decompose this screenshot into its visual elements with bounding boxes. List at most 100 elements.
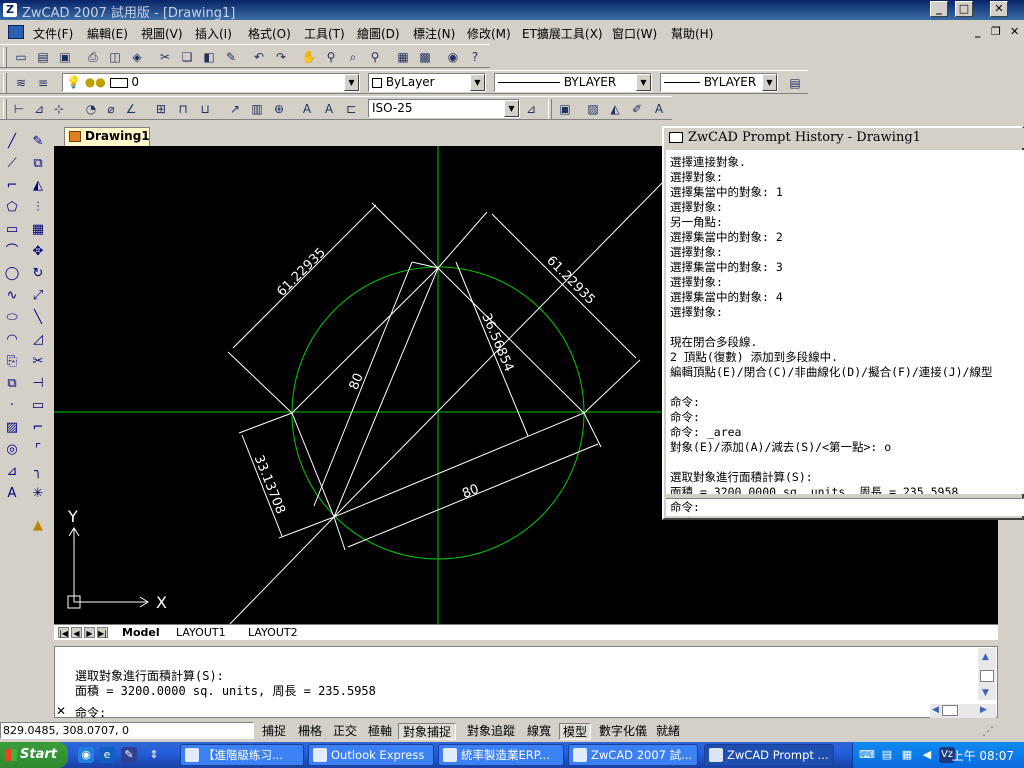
command-input[interactable]: 命令: [75,704,106,721]
construction-line[interactable] [229,516,335,624]
layer-tools-icon[interactable]: ▤ [786,74,804,92]
block-icon[interactable]: ▣ [556,100,574,118]
scroll-left-icon[interactable]: ◀ [932,705,939,715]
maximize-button[interactable]: □ [955,1,973,17]
redo-icon[interactable]: ↷ [272,48,290,66]
rotate-icon[interactable]: ↻ [28,264,48,284]
angular-dim-icon[interactable]: ∠ [122,100,140,118]
lineweight-select[interactable]: BYLAYER ▼ [660,73,778,92]
center-mark-icon[interactable]: ⊕ [270,100,288,118]
zoom-realtime-icon[interactable]: ⚲ [322,48,340,66]
rectangle-icon[interactable]: ▭ [2,220,22,240]
command-window[interactable]: 選取對象進行面積計算(S): 面積 = 3200.0000 sq. units,… [54,646,998,721]
volume-icon[interactable]: ◀ [919,747,935,763]
mtext-draw-icon[interactable]: A [2,484,22,504]
app-icon[interactable]: Z [3,3,17,17]
pan-icon[interactable]: ✋ [300,48,318,66]
ray-icon[interactable]: ⟋ [2,154,22,174]
circle-icon[interactable]: ◯ [2,264,22,284]
dimedit-icon[interactable]: A [298,100,316,118]
new-icon[interactable]: ▭ [12,48,30,66]
dim-ext-line[interactable] [227,351,293,414]
continue-dim-icon[interactable]: ⊔ [196,100,214,118]
menu-tools[interactable]: 工具(T) [304,25,345,42]
leader-icon[interactable]: ↗ [226,100,244,118]
hscroll-thumb[interactable] [942,705,958,716]
show-desktop-icon[interactable]: ◉ [78,747,94,763]
ie-icon[interactable]: e [99,747,115,763]
chamfer-icon[interactable]: ⌜ [28,440,48,460]
layer-manager-icon[interactable]: ≋ [12,74,30,92]
tolerance-icon[interactable]: ▥ [248,100,266,118]
dim-ext-line[interactable] [371,202,439,269]
tab-layout2[interactable]: LAYOUT2 [248,625,298,640]
linear-dim-icon[interactable]: ⊢ [10,100,28,118]
keyboard-icon[interactable]: ⌨ [859,747,875,763]
fillet-icon[interactable]: ╮ [28,462,48,482]
menu-dimension[interactable]: 標注(N) [413,25,455,42]
properties-icon[interactable]: ▦ [394,48,412,66]
radius-dim-icon[interactable]: ◔ [82,100,100,118]
toolbar-grip[interactable] [3,73,7,93]
toggle-osnap[interactable]: 對象捕捉 [398,723,456,740]
task-button[interactable]: ZwCAD 2007 試... [568,744,698,766]
zoom-previous-icon[interactable]: ⚲ [366,48,384,66]
preview-icon[interactable]: ◫ [106,48,124,66]
mtext-icon[interactable]: A [650,100,668,118]
cut-icon[interactable]: ✂ [156,48,174,66]
toggle-lineweight[interactable]: 線寬 [524,723,554,740]
chevron-down-icon[interactable]: ▼ [470,74,485,91]
publish-icon[interactable]: ◈ [128,48,146,66]
dim-text-6[interactable]: 33.13708 [251,453,288,516]
explode-icon[interactable]: ✳ [28,484,48,504]
dim-ext-line[interactable] [333,516,346,551]
erase-icon[interactable]: ✎ [28,132,48,152]
chevron-down-icon[interactable]: ▼ [504,100,519,117]
command-scrollbar[interactable]: ▲ ▼ [978,648,996,700]
find-icon[interactable]: ◉ [444,48,462,66]
menu-view[interactable]: 視圖(V) [141,25,183,42]
menu-et-tools[interactable]: ET擴展工具(X) [522,25,603,42]
layer-select[interactable]: 💡 ●● 0 ▼ [62,73,360,92]
print-icon[interactable]: ⎙ [84,48,102,66]
break-icon[interactable]: ▭ [28,396,48,416]
dim-ext-line[interactable] [583,412,602,448]
insert-block-icon[interactable]: ⎘ [2,352,22,372]
dimstyle-manager-icon[interactable]: ⊿ [522,100,540,118]
dim-ext-line[interactable] [278,516,335,539]
chevron-down-icon[interactable]: ▼ [762,74,777,91]
ellipse-icon[interactable]: ⬭ [2,308,22,328]
toolbar-grip[interactable] [3,99,7,119]
design-center-icon[interactable]: ▩ [416,48,434,66]
toolbar-grip[interactable] [548,99,552,119]
tab-layout1[interactable]: LAYOUT1 [176,625,226,640]
menu-file[interactable]: 文件(F) [33,25,73,42]
scroll-down-icon[interactable]: ▼ [982,688,989,698]
menu-insert[interactable]: 插入(I) [195,25,232,42]
chevron-down-icon[interactable]: ▼ [344,74,359,91]
mdi-minimize-icon[interactable]: _ [975,25,981,38]
help-icon[interactable]: ? [466,48,484,66]
document-icon[interactable] [8,25,24,39]
dim-text-4[interactable]: 80 [460,482,481,502]
layer-previous-icon[interactable]: ≡ [34,74,52,92]
hatch-draw-icon[interactable]: ▨ [2,418,22,438]
coordinate-display[interactable]: 829.0485, 308.0707, 0 [0,722,254,739]
first-tab-icon[interactable]: |◀ [58,627,69,638]
dimstyle-select[interactable]: ISO-25 ▼ [368,99,520,118]
menu-help[interactable]: 幫助(H) [671,25,713,42]
menu-window[interactable]: 窗口(W) [612,25,657,42]
toolbar-grip[interactable] [3,47,7,67]
ordinate-dim-icon[interactable]: ⊹ [50,100,68,118]
chord-line[interactable] [291,267,439,414]
mirror-icon[interactable]: ◭ [28,176,48,196]
dim-text-2[interactable]: 61.22935 [543,253,597,307]
prompt-history-window[interactable]: ZwCAD Prompt History - Drawing1 選擇連接對象. … [662,126,1024,520]
open-icon[interactable]: ▤ [34,48,52,66]
task-button[interactable]: Outlook Express [308,744,434,766]
start-button[interactable]: Start [0,742,68,768]
trim-icon[interactable]: ✂ [28,352,48,372]
close-button[interactable]: ✕ [990,1,1008,17]
toggle-snap[interactable]: 捕捉 [259,723,289,740]
toggle-model[interactable]: 模型 [559,723,591,740]
